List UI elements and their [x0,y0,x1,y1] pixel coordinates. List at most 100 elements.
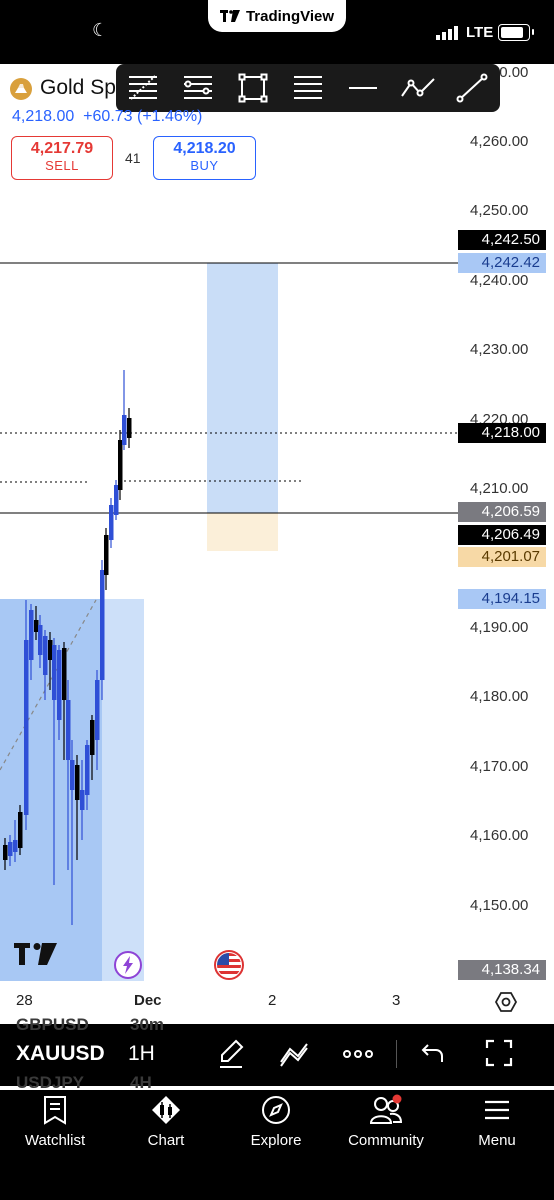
tab-chart[interactable]: Chart [116,1094,216,1149]
last-price: 4,218.00 [12,108,75,125]
buy-button[interactable]: 4,218.20 BUY [153,136,256,180]
price-tick-label: 4,210.00 [470,480,529,497]
price-tick-label: 4,230.00 [470,341,529,358]
candle-body [62,648,67,700]
ghost-timeframe-above: 30m [130,1015,165,1034]
network-label: LTE [466,24,494,41]
fullscreen-icon[interactable] [484,1038,514,1068]
path-tool[interactable] [398,68,438,108]
date-tick-label: 3 [392,992,401,1009]
price-tag[interactable]: 4,242.50 [458,230,546,250]
price-tick-label: 4,190.00 [470,619,529,636]
timeframe-selector[interactable]: 1H [128,1042,155,1066]
tab-label: Menu [478,1132,516,1149]
candle-body [104,535,109,575]
sell-price: 4,217.79 [30,140,94,157]
candle-body [80,790,85,810]
date-tick-label: 2 [268,992,277,1009]
rectangle-tool[interactable] [233,68,273,108]
tab-label: Chart [147,1132,185,1149]
symbol-price-line: 4,218.00 +60.73 (+1.46%) [12,108,202,126]
trend-line-icon [456,73,488,103]
candle-body [114,485,119,515]
us-flag-event-icon[interactable] [214,950,244,980]
fib-retracement-icon [129,75,158,100]
tab-community[interactable]: Community [336,1094,436,1149]
tab-label: Watchlist [24,1132,86,1149]
candle-body [95,680,100,740]
price-tag[interactable]: 4,138.34 [458,960,546,980]
rectangle-icon [238,73,268,103]
price-tick-label: 4,160.00 [470,827,529,844]
candle-body [122,415,127,445]
sell-button[interactable]: 4,217.79 SELL [11,136,113,180]
fib-extension-tool[interactable] [178,68,218,108]
candle-body [109,505,114,540]
price-tag[interactable]: 4,201.07 [458,547,546,567]
price-tick-label: 4,170.00 [470,758,529,775]
battery-icon [498,24,534,41]
candle-body [57,650,62,720]
signal-icon [436,26,458,40]
price-tag[interactable]: 4,242.42 [458,253,546,273]
moon-icon: ☾ [92,20,109,40]
date-tick-label: 28 [16,992,33,1009]
more-icon[interactable] [342,1046,374,1062]
price-tick-label: 4,240.00 [470,272,529,289]
tab-menu[interactable]: Menu [447,1094,547,1149]
path-icon [400,78,435,97]
compass-icon [262,1096,290,1124]
candle-body [29,610,34,660]
price-tick-label: 4,180.00 [470,688,529,705]
price-tag[interactable]: 4,206.59 [458,502,546,522]
tradingview-pill[interactable]: TradingView [208,0,346,32]
lightning-event-icon[interactable] [114,951,142,979]
tradingview-watermark-icon [14,943,57,965]
candle-body [43,636,48,675]
candle-body [127,418,132,438]
parallel-channel-tool[interactable] [288,68,328,108]
symbol-selector[interactable]: XAUUSD [16,1042,105,1066]
price-tag[interactable]: 4,194.15 [458,589,546,609]
gold-symbol-icon [10,78,32,100]
spread-value: 41 [125,150,141,166]
trend-line-tool[interactable] [452,68,492,108]
community-icon [369,1094,403,1124]
candle-body [100,570,105,680]
buy-label: BUY [190,158,219,173]
price-tick-label: 4,150.00 [470,897,529,914]
chart-settings-icon[interactable] [494,990,518,1014]
drawings-icon[interactable] [278,1040,310,1068]
horizontal-line-tool[interactable] [343,68,383,108]
undo-icon[interactable] [420,1040,446,1066]
tab-explore[interactable]: Explore [226,1094,326,1149]
brush-tool-icon[interactable] [216,1038,246,1070]
symbol-title[interactable]: Gold Sp [40,76,116,100]
candle-body [8,842,13,856]
price-tag[interactable]: 4,206.49 [458,525,546,545]
candle-body [52,645,57,700]
candle-body [70,760,75,790]
candle-body [34,620,39,632]
long-position-target-zone [207,263,278,513]
candle-body [24,640,29,815]
horizontal-line-icon [348,87,377,89]
ghost-symbol-above: GBPUSD [16,1015,89,1034]
drawing-toolbar [116,64,500,112]
status-time: 12:33 [28,20,80,42]
candle-body [85,745,90,795]
price-change: +60.73 (+1.46%) [83,108,203,125]
candle-body [90,720,95,755]
chart-icon [152,1096,180,1124]
watchlist-icon [44,1096,66,1125]
date-tick-label: Dec [134,992,162,1009]
candle-body [66,700,71,760]
price-tick-label: 4,250.00 [470,202,529,219]
price-tag[interactable]: 4,218.00 [458,423,546,443]
parallel-channel-icon [293,76,322,99]
fib-retracement-tool[interactable] [123,68,163,108]
tab-watchlist[interactable]: Watchlist [5,1094,105,1149]
tradingview-logo-icon [219,10,240,22]
candle-body [75,765,80,800]
tab-label: Explore [250,1132,302,1149]
